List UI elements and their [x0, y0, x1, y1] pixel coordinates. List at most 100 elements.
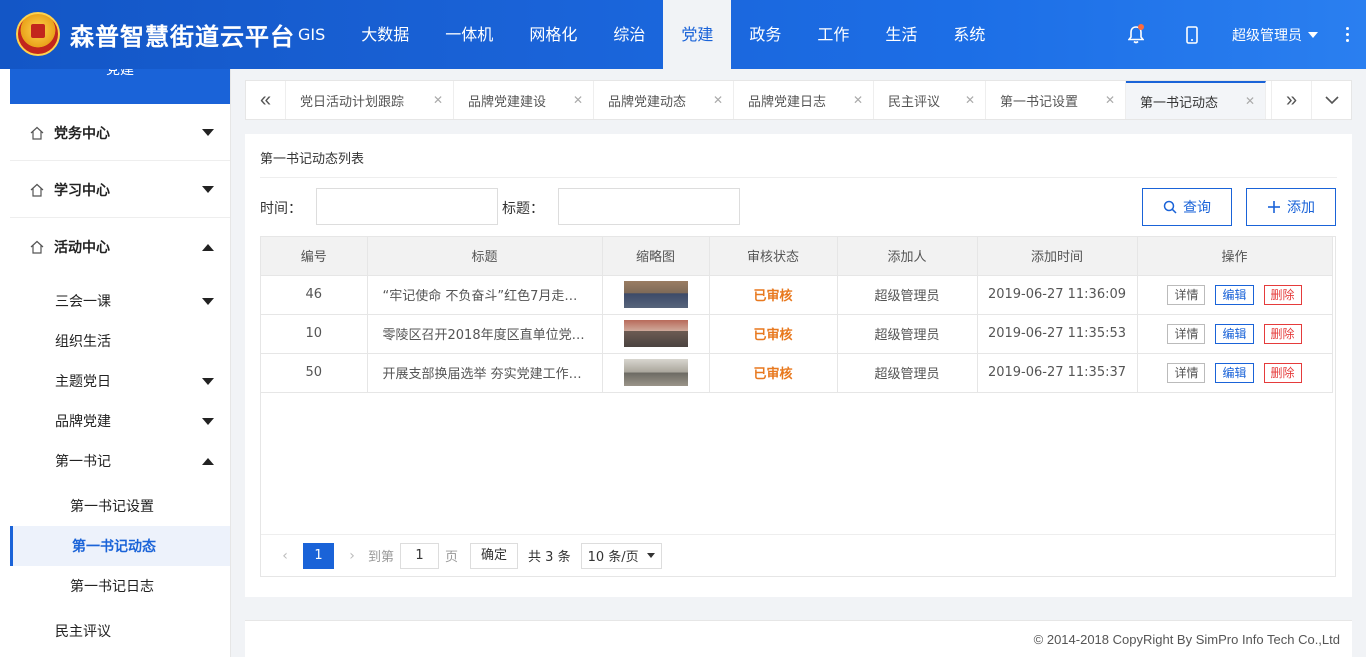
sidebar-item-first-secretary[interactable]: 第一书记: [10, 441, 230, 481]
chevron-down-icon: [202, 186, 214, 193]
tabs-next-icon[interactable]: »: [1271, 81, 1311, 119]
query-button[interactable]: 查询: [1142, 188, 1232, 226]
thumbnail-image[interactable]: [623, 320, 688, 347]
sidebar-item-democratic-review[interactable]: 民主评议: [10, 611, 230, 651]
nav-government[interactable]: 政务: [731, 0, 799, 69]
page-size-select[interactable]: 10 条/页: [580, 542, 662, 569]
tab-activity-plan[interactable]: 党日活动计划跟踪 ✕: [286, 81, 454, 119]
cell-adder: 超级管理员: [837, 353, 978, 393]
next-page-icon[interactable]: ›: [342, 548, 362, 564]
cell-time: 2019-06-27 11:35:37: [977, 353, 1138, 393]
edit-button[interactable]: 编辑: [1215, 284, 1254, 305]
delete-button[interactable]: 删除: [1263, 284, 1302, 305]
plus-icon: [1267, 200, 1281, 214]
tabs-prev-icon[interactable]: «: [246, 81, 286, 119]
chevron-down-icon: [202, 129, 214, 136]
cell-id: 46: [261, 275, 368, 315]
goto-label: 到第: [368, 550, 395, 565]
sidebar-group-study[interactable]: 学习中心: [10, 162, 230, 218]
thumbnail-image[interactable]: [623, 359, 688, 386]
close-icon[interactable]: ✕: [1245, 94, 1255, 108]
detail-button[interactable]: 详情: [1167, 284, 1206, 305]
delete-button[interactable]: 删除: [1263, 362, 1302, 383]
cell-actions: 详情 编辑 删除: [1137, 353, 1333, 393]
add-button[interactable]: 添加: [1246, 188, 1336, 226]
nav-bigdata[interactable]: 大数据: [343, 0, 427, 69]
title-input[interactable]: [558, 188, 740, 225]
divider: [260, 177, 1337, 178]
sidebar-group-label: 党务中心: [54, 125, 110, 142]
tab-bar: « 党日活动计划跟踪 ✕ 品牌党建建设 ✕ 品牌党建动态 ✕ 品牌党建日志 ✕ 民主评议…: [245, 80, 1352, 120]
tab-secretary-settings[interactable]: 第一书记设置 ✕: [986, 81, 1126, 119]
sidebar-item-secretary-news[interactable]: 第一书记动态: [10, 526, 230, 566]
sidebar-item-brand-party[interactable]: 品牌党建: [10, 401, 230, 441]
tab-democratic-review[interactable]: 民主评议 ✕: [874, 81, 986, 119]
nav-security[interactable]: 综治: [595, 0, 663, 69]
close-icon[interactable]: ✕: [1105, 93, 1115, 107]
panel-title: 第一书记动态列表: [260, 152, 365, 167]
tab-brand-log[interactable]: 品牌党建日志 ✕: [734, 81, 874, 119]
sidebar-item-secretary-settings[interactable]: 第一书记设置: [10, 486, 230, 526]
nav-gis[interactable]: GIS: [280, 0, 343, 69]
prev-page-icon[interactable]: ‹: [275, 548, 295, 564]
page-input[interactable]: 1: [400, 542, 440, 569]
home-icon: [30, 240, 44, 254]
nav-life[interactable]: 生活: [867, 0, 935, 69]
cell-time: 2019-06-27 11:35:53: [977, 314, 1138, 354]
table-header: 编号 标题 缩略图 审核状态 添加人 添加时间 操作: [261, 237, 1333, 276]
sidebar-item-secretary-log[interactable]: 第一书记日志: [10, 566, 230, 606]
cell-status: 已审核: [709, 353, 838, 393]
nav-work[interactable]: 工作: [799, 0, 867, 69]
home-icon: [30, 183, 44, 197]
nav-kiosk[interactable]: 一体机: [427, 0, 511, 69]
table-row: 46 “牢记使命 不负奋斗”红色7月走进党史馆 已审核 超级管理员 2019-0…: [261, 275, 1333, 315]
sidebar-item-theme-day[interactable]: 主题党日: [10, 361, 230, 401]
main-nav: GIS 大数据 一体机 网格化 综治 党建 政务 工作 生活 系统: [280, 0, 1003, 69]
table-row: 50 开展支部换届选举 夯实党建工作基础 已审核 超级管理员 2019-06-2…: [261, 353, 1333, 393]
current-page[interactable]: 1: [303, 542, 334, 569]
delete-button[interactable]: 删除: [1263, 323, 1302, 344]
user-menu[interactable]: 超级管理员: [1220, 25, 1328, 45]
more-vertical-icon[interactable]: [1328, 27, 1366, 42]
title-label: 标题：: [502, 201, 544, 217]
sidebar-group-label: 学习中心: [54, 182, 110, 199]
close-icon[interactable]: ✕: [965, 93, 975, 107]
cell-actions: 详情 编辑 删除: [1137, 314, 1333, 354]
sidebar: 党建 党务中心 学习中心 活动中心 三会一课 组织生活 主题党日 品牌党建 第一…: [0, 69, 231, 657]
sidebar-item-three-meetings[interactable]: 三会一课: [10, 281, 230, 321]
tabs-dropdown-icon[interactable]: [1311, 81, 1351, 119]
caret-down-icon: [646, 553, 655, 558]
sidebar-group-activity[interactable]: 活动中心: [10, 219, 230, 275]
chevron-up-icon: [202, 243, 214, 251]
close-icon[interactable]: ✕: [713, 93, 723, 107]
edit-button[interactable]: 编辑: [1215, 323, 1254, 344]
detail-button[interactable]: 详情: [1167, 323, 1206, 344]
bell-icon[interactable]: [1108, 0, 1164, 69]
confirm-button[interactable]: 确定: [470, 542, 519, 569]
col-status: 审核状态: [709, 237, 838, 276]
nav-party[interactable]: 党建: [663, 0, 732, 69]
edit-button[interactable]: 编辑: [1215, 362, 1254, 383]
tab-secretary-news[interactable]: 第一书记动态 ✕: [1126, 81, 1266, 119]
col-thumbnail: 缩略图: [602, 237, 710, 276]
close-icon[interactable]: ✕: [433, 93, 443, 107]
detail-button[interactable]: 详情: [1167, 362, 1206, 383]
nav-system[interactable]: 系统: [935, 0, 1003, 69]
sidebar-group-party-affairs[interactable]: 党务中心: [10, 105, 230, 161]
cell-title: “牢记使命 不负奋斗”红色7月走进党史馆: [367, 275, 603, 315]
close-icon[interactable]: ✕: [573, 93, 583, 107]
col-time: 添加时间: [977, 237, 1138, 276]
nav-grid[interactable]: 网格化: [511, 0, 595, 69]
mobile-icon[interactable]: [1164, 0, 1220, 69]
chevron-down-icon: [202, 377, 214, 385]
table-row: 10 零陵区召开2018年度区直单位党建述职评议会 已审核 超级管理员 2019…: [261, 314, 1333, 354]
col-id: 编号: [261, 237, 368, 276]
top-header: 森普智慧街道云平台 GIS 大数据 一体机 网格化 综治 党建 政务 工作 生活…: [0, 0, 1366, 69]
time-input[interactable]: [316, 188, 498, 225]
close-icon[interactable]: ✕: [853, 93, 863, 107]
thumbnail-image[interactable]: [623, 281, 688, 308]
cell-title: 零陵区召开2018年度区直单位党建述职评议会: [367, 314, 603, 354]
sidebar-item-org-life[interactable]: 组织生活: [10, 321, 230, 361]
tab-brand-build[interactable]: 品牌党建建设 ✕: [454, 81, 594, 119]
tab-brand-news[interactable]: 品牌党建动态 ✕: [594, 81, 734, 119]
